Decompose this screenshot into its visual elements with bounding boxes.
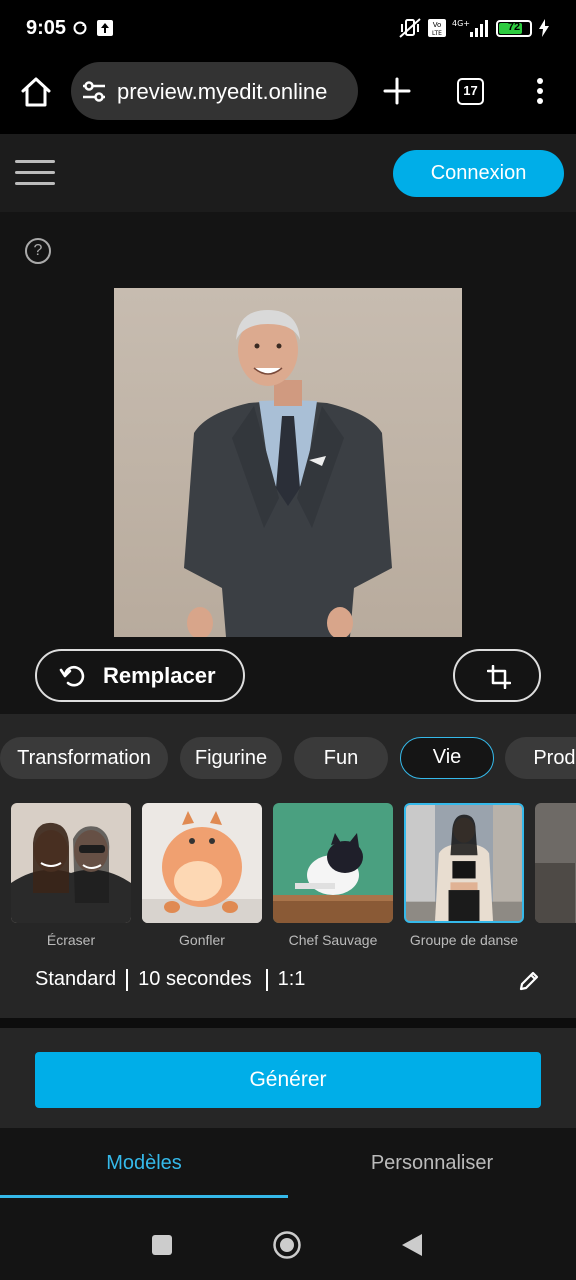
separator <box>265 968 268 991</box>
category-chips: Transformation Figurine Fun Vie Produit <box>0 737 576 779</box>
chip-produit[interactable]: Produit <box>505 737 576 779</box>
url-text: preview.myedit.online <box>117 79 328 104</box>
template-item[interactable]: Gonfler <box>142 803 262 948</box>
volte-icon: VoLTE <box>428 19 446 37</box>
editor-area: ? Remplacer <box>0 212 576 714</box>
edit-pencil-icon[interactable] <box>517 969 541 993</box>
template-thumbnail <box>273 803 393 923</box>
menu-icon[interactable] <box>15 160 55 188</box>
duration-value: 10 secondes <box>138 968 252 990</box>
status-time: 9:05 <box>26 17 67 39</box>
chip-transformation[interactable]: Transformation <box>0 737 168 779</box>
template-label: Chef Sauvage <box>288 932 378 948</box>
signal-4g-icon: 4G+ <box>452 19 488 37</box>
template-label: Écraser <box>46 932 96 948</box>
app-header: Connexion <box>0 134 576 212</box>
tab-switcher-button[interactable]: 17 <box>457 78 484 105</box>
status-left-icons <box>72 19 114 37</box>
tab-models[interactable]: Modèles <box>0 1128 288 1200</box>
vibrate-mute-icon <box>399 18 421 38</box>
charging-icon <box>539 19 549 37</box>
template-label: Gonfler <box>179 932 225 948</box>
address-bar[interactable]: preview.myedit.online <box>71 62 358 120</box>
quality-value: Standard <box>35 968 117 990</box>
sync-icon <box>73 21 87 35</box>
ratio-value: 1:1 <box>277 968 306 990</box>
templates-panel: Transformation Figurine Fun Vie Produit <box>0 714 576 1018</box>
divider <box>0 1018 576 1028</box>
home-icon[interactable] <box>18 74 54 110</box>
replace-icon <box>59 665 85 686</box>
back-icon[interactable] <box>401 1233 423 1257</box>
home-nav-icon[interactable] <box>272 1230 302 1260</box>
help-icon[interactable]: ? <box>25 238 51 264</box>
generate-button[interactable]: Générer <box>35 1052 541 1108</box>
battery-level: 72 <box>507 20 521 33</box>
svg-text:LTE: LTE <box>432 30 442 37</box>
template-thumbnail <box>535 803 576 923</box>
generate-area: Générer <box>0 1028 576 1128</box>
site-settings-icon[interactable] <box>81 80 107 104</box>
recents-icon[interactable] <box>151 1234 173 1256</box>
browser-toolbar: preview.myedit.online 17 <box>0 58 576 134</box>
template-thumbnail <box>142 803 262 923</box>
new-tab-icon[interactable] <box>382 76 412 106</box>
chip-fun[interactable]: Fun <box>294 737 388 779</box>
template-thumbnail <box>11 803 131 923</box>
template-list: Écraser Gonfler Chef Sauvage Groupe de d… <box>0 803 576 963</box>
status-right-icons: Vo LTE 4G+ 72 <box>398 17 550 39</box>
replace-button[interactable]: Remplacer <box>35 649 245 702</box>
battery-icon: 72 <box>496 19 532 37</box>
system-nav-bar <box>0 1200 576 1280</box>
status-bar: 9:05 Vo LTE 4G+ 72 <box>0 0 576 58</box>
tab-customize[interactable]: Personnaliser <box>288 1128 576 1200</box>
replace-label: Remplacer <box>103 662 216 688</box>
template-item[interactable]: Chef Sauvage <box>273 803 393 948</box>
chip-figurine[interactable]: Figurine <box>180 737 282 779</box>
template-label: Groupe de danse <box>409 932 519 948</box>
upload-icon <box>97 20 113 36</box>
template-thumbnail <box>404 803 524 923</box>
uploaded-photo <box>114 288 462 637</box>
svg-text:Vo: Vo <box>433 21 442 29</box>
bottom-tab-bar: Modèles Personnaliser <box>0 1128 576 1200</box>
template-item-selected[interactable]: Groupe de danse <box>404 803 524 948</box>
crop-icon <box>487 665 511 689</box>
template-item[interactable]: Écraser <box>11 803 131 948</box>
template-item-partial[interactable] <box>535 803 576 923</box>
login-button[interactable]: Connexion <box>393 150 564 197</box>
svg-text:4G+: 4G+ <box>452 19 470 28</box>
generation-settings[interactable]: Standard 10 secondes 1:1 <box>35 968 305 991</box>
chip-vie[interactable]: Vie <box>400 737 494 779</box>
more-options-icon[interactable] <box>528 76 552 106</box>
crop-button[interactable] <box>453 649 541 702</box>
separator <box>126 968 129 991</box>
active-tab-indicator <box>0 1195 288 1198</box>
